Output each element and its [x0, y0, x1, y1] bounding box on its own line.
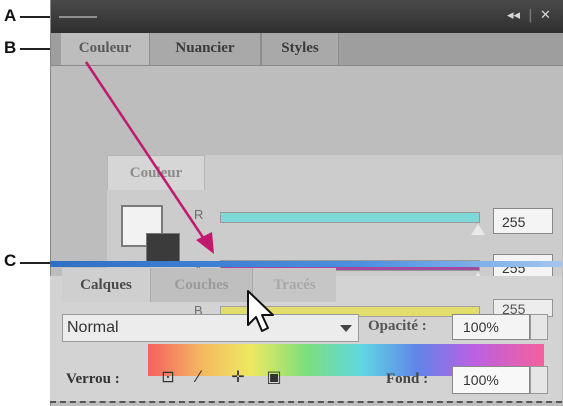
tab-calques[interactable]: Calques — [62, 268, 150, 302]
channel-r-label: R — [194, 207, 204, 222]
callout-b: B — [4, 38, 17, 57]
fill-input[interactable]: 100% — [452, 366, 530, 394]
tab-nuancier[interactable]: Nuancier — [149, 33, 261, 65]
drop-zone-indicator — [50, 261, 562, 267]
callout-c-line — [20, 262, 52, 264]
floating-tab-couleur[interactable]: Couleur — [107, 155, 205, 190]
divider: | — [528, 8, 533, 23]
fill-stepper[interactable] — [530, 366, 548, 394]
layers-tab-row: Calques Couches Tracés — [50, 268, 562, 302]
tab-styles[interactable]: Styles — [261, 33, 339, 65]
callout-a: A — [4, 6, 17, 25]
channel-r-thumb[interactable] — [471, 224, 485, 235]
panel-tab-row: Couleur Nuancier Styles — [51, 33, 563, 66]
lock-brush-icon[interactable]: ⁄ — [188, 367, 208, 387]
opacity-input[interactable]: 100% — [452, 314, 530, 340]
fill-label: Fond : — [386, 371, 429, 387]
bottom-border — [50, 401, 562, 403]
lock-label: Verrou : — [66, 371, 120, 387]
blend-mode-select[interactable]: Normal — [62, 314, 359, 342]
callout-c: C — [4, 251, 17, 270]
collapse-icon[interactable]: ◂◂ — [507, 8, 520, 23]
panel-title-bar[interactable]: ◂◂ | ✕ — [51, 0, 563, 33]
close-icon[interactable]: ✕ — [540, 8, 551, 23]
chevron-down-icon — [340, 325, 352, 332]
opacity-stepper[interactable] — [530, 314, 548, 340]
lock-move-icon[interactable]: ✛ — [228, 367, 248, 387]
pointer-cursor-icon — [247, 290, 274, 332]
opacity-label: Opacité : — [368, 318, 427, 334]
channel-r-input[interactable]: 255 — [493, 208, 553, 234]
lock-all-icon[interactable]: ▣ — [264, 367, 284, 387]
channel-r-slider[interactable] — [220, 212, 480, 223]
tab-couleur[interactable]: Couleur — [61, 33, 149, 65]
blend-mode-value: Normal — [67, 319, 119, 336]
grip-line — [59, 16, 97, 18]
lock-transparent-icon[interactable]: ⊡ — [158, 367, 178, 387]
tab-couches[interactable]: Couches — [150, 268, 252, 302]
